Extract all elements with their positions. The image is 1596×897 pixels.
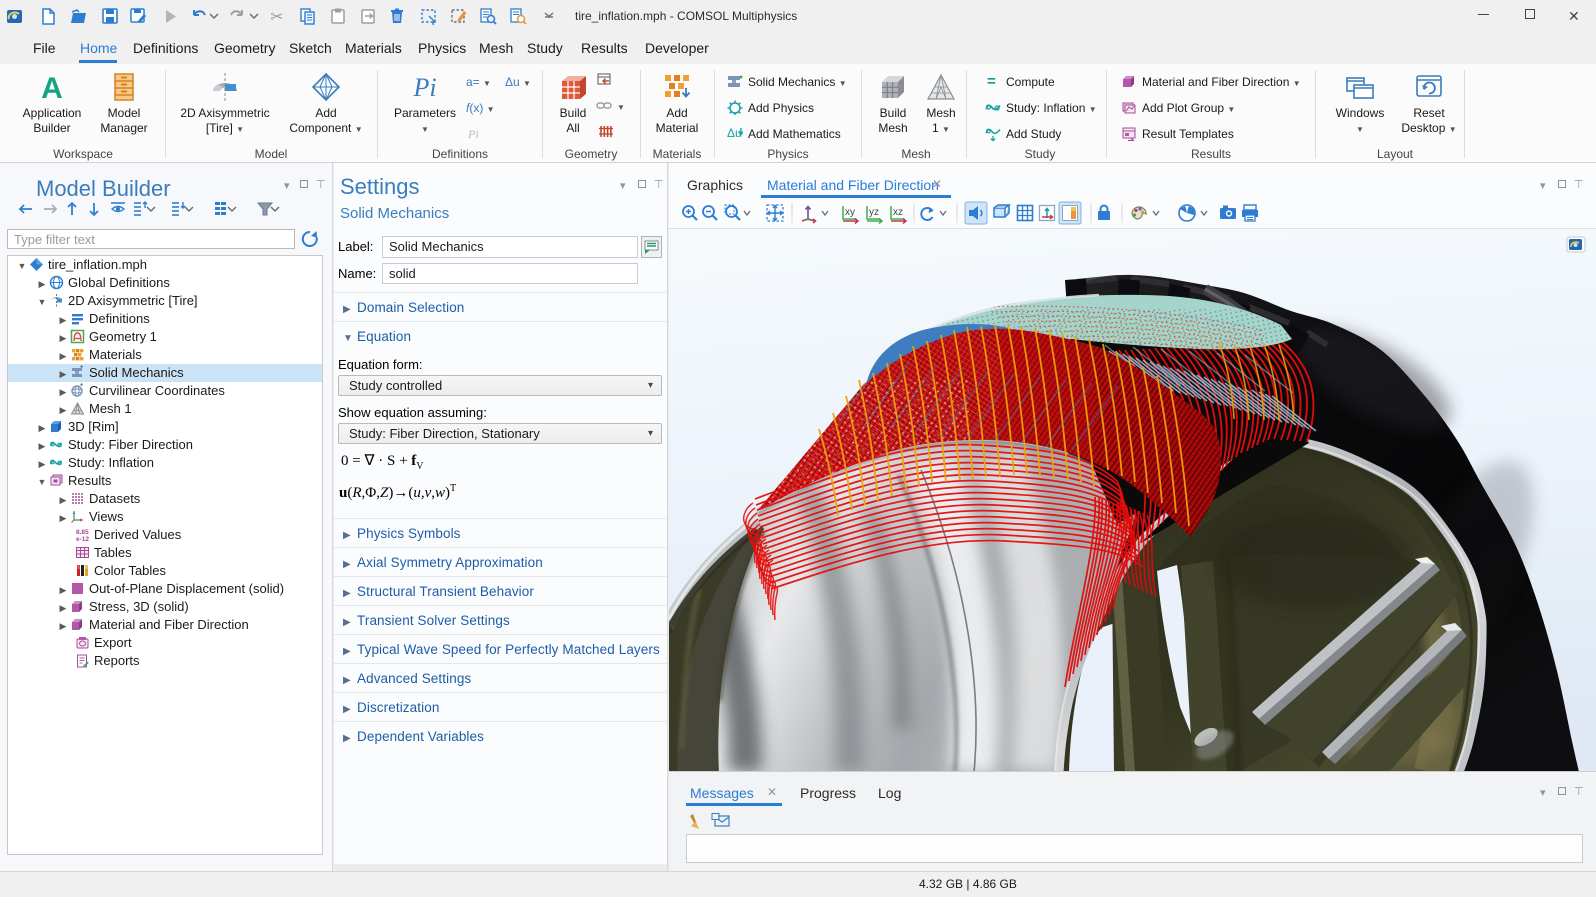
svg-text:A: A [41,72,63,102]
svg-text:*: * [80,383,83,391]
svg-text:✂: ✂ [270,9,283,26]
svg-text:e-12: e-12 [76,536,89,542]
svg-text:xy: xy [845,207,855,218]
svg-text:*: * [80,365,83,373]
svg-text:8.85: 8.85 [76,529,89,536]
svg-text:yz: yz [869,207,879,218]
svg-text:xz: xz [893,207,903,218]
svg-text:Pi: Pi [412,73,436,102]
svg-text:=: = [987,73,996,89]
